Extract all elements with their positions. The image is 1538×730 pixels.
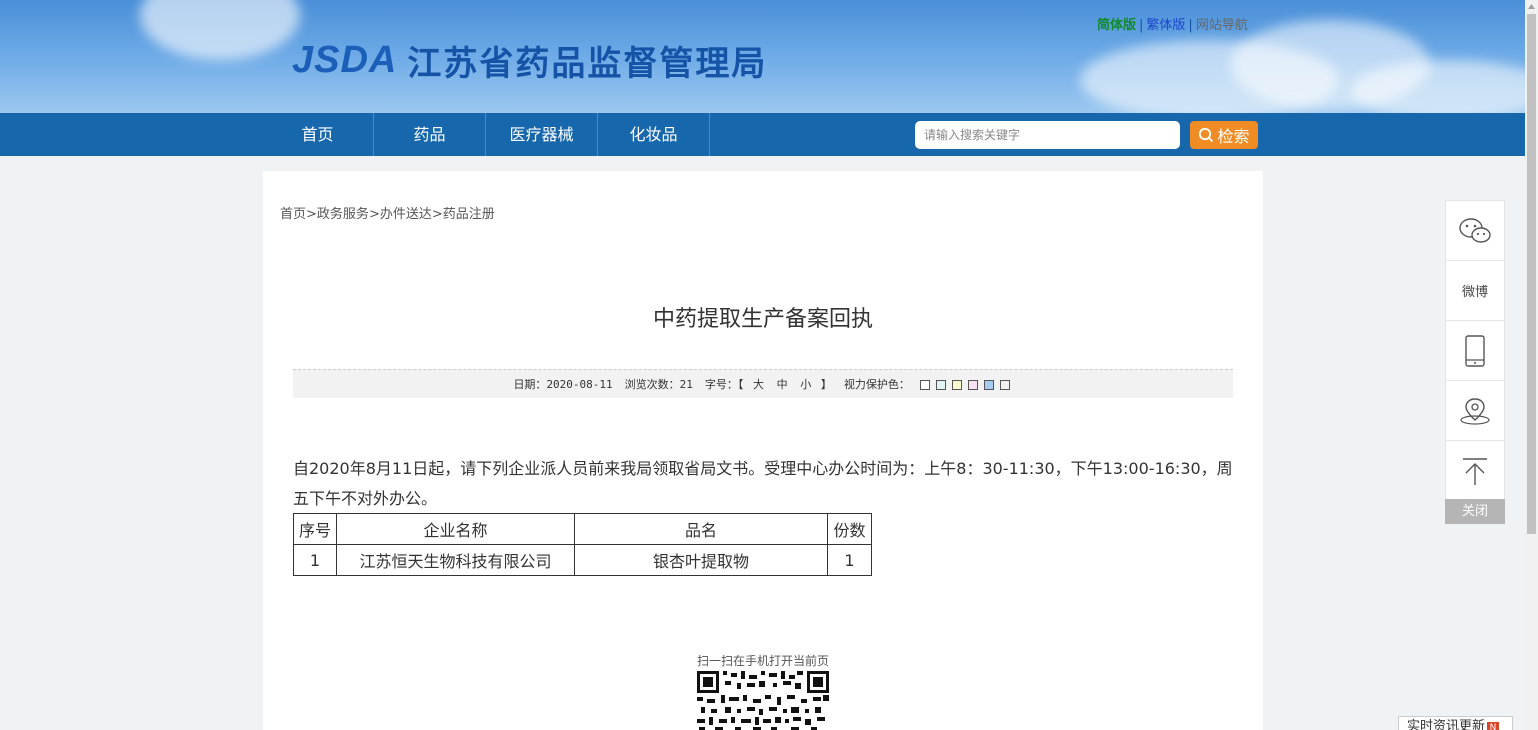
wechat-icon: [1459, 217, 1491, 243]
table-header-row: 序号 企业名称 品名 份数: [293, 513, 872, 545]
eye-protect-label: 视力保护色：: [843, 378, 910, 391]
back-to-top-button[interactable]: [1446, 441, 1504, 501]
eye-color-swatch[interactable]: [935, 380, 946, 390]
main-nav: 首页 药品 医疗器械 化妆品: [0, 113, 1525, 156]
search-button[interactable]: 检索: [1190, 121, 1258, 149]
simplified-link[interactable]: 简体版: [1097, 18, 1136, 33]
page-scrollbar[interactable]: [1525, 0, 1538, 730]
logo-en-text: JSDA: [292, 39, 398, 81]
nav-cosmetics[interactable]: 化妆品: [598, 113, 710, 156]
nav-medical-devices[interactable]: 医疗器械: [486, 113, 598, 156]
table-cell: 江苏恒天生物科技有限公司: [336, 544, 575, 576]
page-title: 中药提取生产备案回执: [652, 307, 873, 332]
header-banner: JSDA 江苏省药品监督管理局 简体版 | 繁体版 | 网站导航: [0, 0, 1525, 113]
views-value: 21: [679, 378, 693, 391]
weibo-button[interactable]: 微博: [1446, 261, 1504, 321]
top-links: 简体版 | 繁体版 | 网站导航: [1097, 18, 1248, 33]
eye-color-swatch[interactable]: [983, 380, 994, 390]
eye-color-swatch[interactable]: [967, 380, 978, 390]
font-medium-button[interactable]: 中: [777, 378, 788, 391]
table-row: 1 江苏恒天生物科技有限公司 银杏叶提取物 1: [293, 544, 872, 576]
receipt-table: 序号 企业名称 品名 份数 1 江苏恒天生物科技有限公司 银杏叶提取物 1: [293, 513, 872, 576]
scroll-up-icon[interactable]: [1527, 2, 1536, 12]
mobile-button[interactable]: [1446, 321, 1504, 381]
nav-home[interactable]: 首页: [262, 113, 374, 156]
eye-color-swatch[interactable]: [951, 380, 962, 390]
font-small-button[interactable]: 小: [800, 378, 811, 391]
new-badge: N: [1487, 722, 1500, 730]
font-large-button[interactable]: 大: [753, 378, 764, 391]
close-float-button[interactable]: 关闭: [1445, 499, 1505, 524]
nav-drugs[interactable]: 药品: [374, 113, 486, 156]
qr-code-icon: [697, 671, 829, 730]
search-button-label: 检索: [1217, 127, 1250, 146]
col-header: 序号: [293, 513, 337, 545]
realtime-news-widget[interactable]: 实时资讯更新 N: [1398, 716, 1513, 730]
wechat-button[interactable]: [1446, 201, 1504, 261]
article-meta-bar: 日期：2020-08-11 浏览次数：21 字号：【 大 中 小 】 视力保护色…: [293, 369, 1233, 398]
col-header: 品名: [574, 513, 828, 545]
table-cell: 银杏叶提取物: [574, 544, 828, 576]
logo-cn-text: 江苏省药品监督管理局: [407, 44, 768, 84]
site-nav-link[interactable]: 网站导航: [1196, 18, 1248, 33]
scroll-thumb[interactable]: [1527, 14, 1536, 534]
breadcrumb-home[interactable]: 首页: [280, 207, 306, 222]
qr-label: 扫一扫在手机打开当前页: [696, 654, 829, 668]
article-paragraph: 自2020年8月11日起，请下列企业派人员前来我局领取省局文书。受理中心办公时间…: [293, 459, 1233, 508]
location-button[interactable]: [1446, 381, 1504, 441]
breadcrumb-drug-registration[interactable]: 药品注册: [443, 207, 495, 222]
breadcrumb-gov-services[interactable]: 政务服务: [317, 207, 369, 222]
mobile-icon: [1465, 334, 1485, 367]
search-icon: [1199, 127, 1214, 143]
location-icon: [1460, 397, 1490, 425]
realtime-news-label: 实时资讯更新: [1407, 719, 1486, 730]
search-input[interactable]: [915, 121, 1180, 149]
eye-color-swatch[interactable]: [999, 380, 1010, 390]
site-logo[interactable]: JSDA 江苏省药品监督管理局: [292, 36, 767, 85]
share-float-panel: 微博: [1445, 200, 1505, 502]
breadcrumb: 首页>政务服务>办件送达>药品注册: [280, 207, 495, 222]
date-value: 2020-08-11: [546, 378, 613, 391]
traditional-link[interactable]: 繁体版: [1146, 18, 1185, 33]
col-header: 份数: [827, 513, 872, 545]
table-cell: 1: [293, 544, 337, 576]
arrow-up-icon: [1463, 458, 1487, 485]
col-header: 企业名称: [336, 513, 575, 545]
table-cell: 1: [827, 544, 872, 576]
breadcrumb-delivery[interactable]: 办件送达: [380, 207, 432, 222]
font-size-label: 字号：【: [704, 378, 744, 391]
eye-color-swatch[interactable]: [919, 380, 930, 390]
date-label: 日期：: [513, 378, 547, 391]
content-panel: 首页>政务服务>办件送达>药品注册 中药提取生产备案回执 日期：2020-08-…: [263, 171, 1263, 730]
views-label: 浏览次数：: [624, 378, 680, 391]
